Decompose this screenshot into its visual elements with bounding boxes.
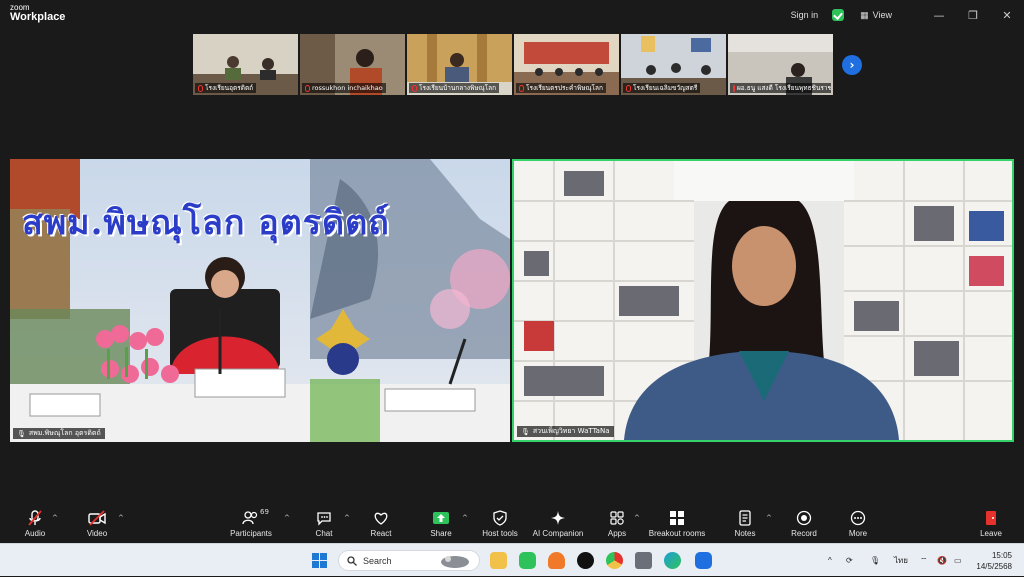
audio-options-caret[interactable]: ^ [52, 514, 58, 522]
volume-muted-icon[interactable]: 🔇 [937, 544, 947, 577]
input-language[interactable]: ไทย [894, 544, 908, 577]
brave-browser-icon[interactable] [548, 552, 565, 569]
muted-mic-icon [198, 84, 203, 92]
muted-mic-icon [733, 84, 735, 92]
thumbnail-name-label: โรงเรียนอุตรดิตถ์ [195, 83, 257, 93]
participants-button[interactable]: 69 Participants [216, 508, 286, 538]
logo-bottom-text: Workplace [10, 11, 66, 23]
thumbnail-name-label: rossukhon inchaikhao [302, 83, 386, 93]
notes-icon [739, 510, 751, 526]
sparkle-icon [551, 511, 565, 525]
search-placeholder: Search [363, 555, 392, 566]
video-options-caret[interactable]: ^ [118, 514, 124, 522]
view-button[interactable]: ▦ View [860, 10, 892, 21]
wifi-icon[interactable]: ⌔ [920, 544, 928, 577]
search-highlight-image [440, 555, 469, 568]
camera-app-icon[interactable] [635, 552, 652, 569]
windows-start-icon[interactable] [312, 553, 327, 568]
mic-icon: 🎙 [17, 429, 26, 438]
more-icon [850, 510, 866, 526]
breakout-rooms-icon [670, 511, 684, 525]
clock-date: 14/5/2568 [976, 562, 1012, 571]
view-label: View [872, 10, 892, 20]
zoom-app-icon[interactable] [695, 552, 712, 569]
next-page-arrow-button[interactable]: › [842, 55, 862, 75]
chrome-icon[interactable] [606, 552, 623, 569]
main-video-active-speaker[interactable]: 🎙 สวนเพ็ญวิทยา WaTTaNa [512, 159, 1014, 442]
more-button[interactable]: More [823, 509, 893, 538]
muted-mic-icon [28, 510, 42, 526]
shield-icon [493, 510, 507, 526]
clock-time: 15:05 [991, 551, 1012, 560]
muted-mic-icon [519, 84, 524, 92]
video-name-label: 🎙 สวนเพ็ญวิทยา WaTTaNa [517, 426, 614, 437]
share-screen-icon [433, 512, 449, 524]
participant-thumbnail[interactable]: ผอ.ธนู แสงดี โรงเรียนพุทธชินราช [728, 34, 833, 95]
main-video-left[interactable]: สพม.พิษณุโลก อุตรดิตถ์ 🎙 สพม.พิษณุโลก อุ… [10, 159, 510, 442]
battery-icon[interactable]: ▭ [954, 544, 962, 577]
banner-text: สพม.พิษณุโลก อุตรดิตถ์ [22, 203, 390, 243]
title-bar: zoom Workplace Sign in ▦ View — ❐ ✕ [0, 0, 1024, 30]
apps-icon [610, 511, 624, 525]
breakout-rooms-button[interactable]: Breakout rooms [642, 509, 712, 538]
apps-options-caret[interactable]: ^ [634, 514, 640, 522]
video-name-label: 🎙 สพม.พิษณุโลก อุตรดิตถ์ [13, 428, 105, 439]
meeting-toolbar: Audio ^ Video ^ 69 Participants ^ Chat ^… [0, 505, 1024, 543]
speaker-video-image [514, 161, 1012, 440]
leave-button[interactable]: Leave [956, 509, 1024, 538]
participants-count: 69 [260, 508, 269, 516]
chat-icon [317, 512, 331, 526]
tiktok-icon[interactable] [577, 552, 594, 569]
sync-icon[interactable]: ⟳ [846, 544, 853, 577]
taskbar-clock[interactable]: 15:05 14/5/2568 [976, 550, 1012, 572]
sign-in-link[interactable]: Sign in [791, 10, 819, 20]
muted-mic-icon [412, 84, 417, 92]
security-shield-icon[interactable] [832, 9, 845, 21]
record-icon [796, 510, 812, 526]
participant-thumbnail[interactable]: โรงเรียนเฉลิมขวัญสตรี [621, 34, 726, 95]
video-off-icon [88, 510, 106, 526]
participant-thumbnail[interactable]: โรงเรียนตรประคำพิษณุโลก [514, 34, 619, 95]
participant-thumbnail[interactable]: โรงเรียนบ้านกลางพิษณุโลก [407, 34, 512, 95]
thumbnail-name-label: ผอ.ธนู แสงดี โรงเรียนพุทธชินราช [730, 83, 831, 93]
search-icon [347, 555, 357, 566]
heart-icon [374, 512, 388, 525]
muted-mic-icon [305, 84, 310, 92]
thumbnail-name-label: โรงเรียนเฉลิมขวัญสตรี [623, 83, 701, 93]
view-grid-icon: ▦ [860, 9, 869, 20]
zoom-window: zoom Workplace Sign in ▦ View — ❐ ✕ โรงเ… [0, 0, 1024, 543]
participants-icon [242, 511, 258, 525]
close-window-button[interactable]: ✕ [990, 9, 1024, 22]
leave-door-icon [986, 511, 996, 525]
participant-thumbnail[interactable]: rossukhon inchaikhao [300, 34, 405, 95]
muted-mic-icon [626, 84, 631, 92]
participant-thumbnail-strip: โรงเรียนอุตรดิตถ์ rossukhon inchaikhao โ… [193, 34, 833, 95]
edge-browser-icon[interactable] [664, 552, 681, 569]
windows-taskbar: Search ^ ⟳ 🎙 ไทย ⌔ 🔇 ▭ 15:05 14/5/2568 [0, 543, 1024, 576]
minimize-button[interactable]: — [922, 9, 956, 22]
audio-button[interactable]: Audio [0, 509, 70, 538]
restore-button[interactable]: ❐ [956, 9, 990, 22]
mic-icon: 🎙 [521, 427, 530, 436]
microphone-tray-icon[interactable]: 🎙 [870, 544, 880, 577]
line-app-icon[interactable] [519, 552, 536, 569]
thumbnail-name-label: โรงเรียนตรประคำพิษณุโลก [516, 83, 606, 93]
participant-thumbnail[interactable]: โรงเรียนอุตรดิตถ์ [193, 34, 298, 95]
file-explorer-icon[interactable] [490, 552, 507, 569]
zoom-workplace-logo: zoom Workplace [10, 4, 65, 23]
show-hidden-icons-chevron[interactable]: ^ [828, 544, 832, 577]
thumbnail-name-label: โรงเรียนบ้านกลางพิษณุโลก [409, 83, 500, 93]
taskbar-search-box[interactable]: Search [338, 550, 480, 571]
